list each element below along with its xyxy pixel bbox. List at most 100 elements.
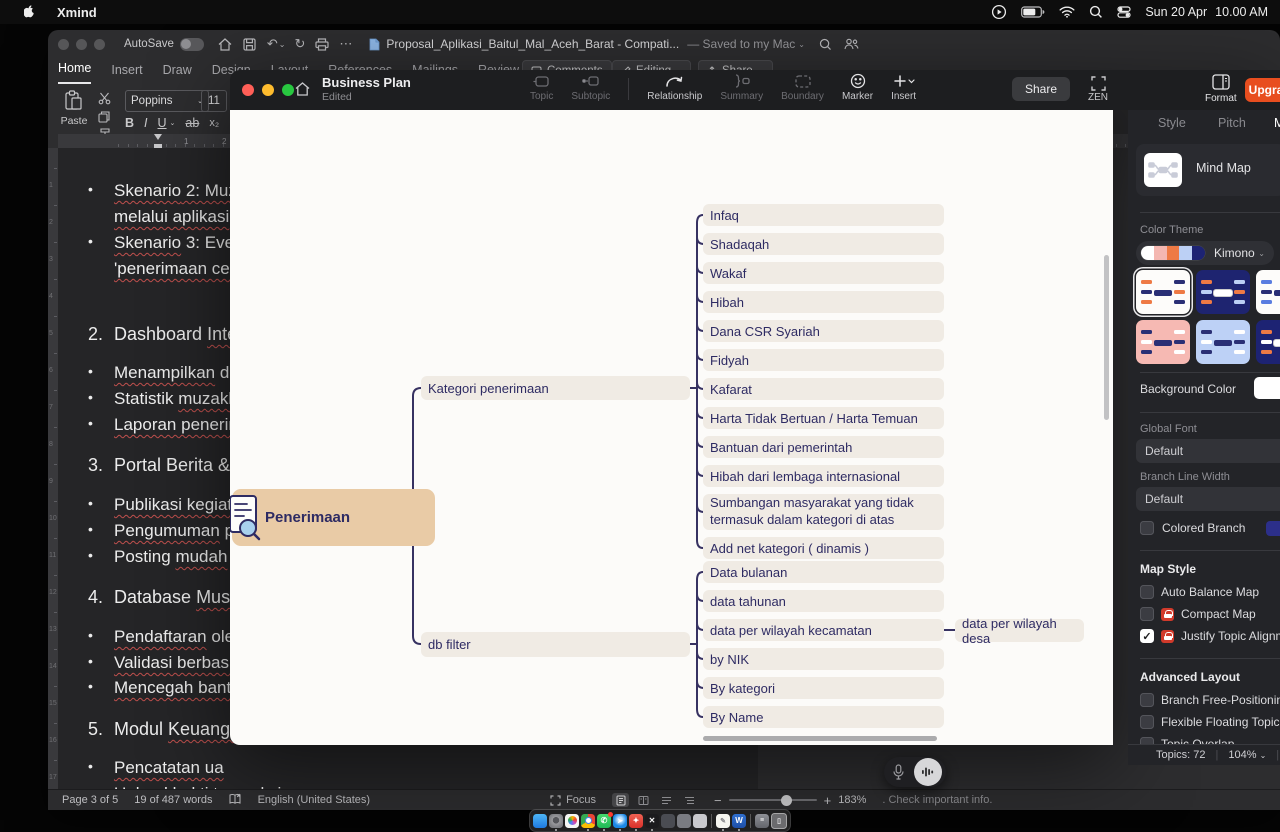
mindmap-topic[interactable]: Sumbangan masyarakat yang tidak termasuk… <box>703 494 944 530</box>
word-doc-title[interactable]: Proposal_Aplikasi_Baitul_Mal_Aceh_Barat … <box>386 37 679 51</box>
web-layout-view-icon[interactable] <box>658 793 675 807</box>
wifi-icon[interactable] <box>1059 6 1075 18</box>
xmind-share-button[interactable]: Share <box>1012 77 1070 101</box>
people-icon[interactable] <box>844 38 859 50</box>
branch-line-width-select[interactable]: Default <box>1136 487 1280 511</box>
battery-icon[interactable] <box>1021 6 1045 18</box>
mindmap-topic[interactable]: Dana CSR Syariah <box>703 320 944 342</box>
global-font-select[interactable]: Default <box>1136 439 1280 463</box>
cut-icon[interactable] <box>98 92 111 110</box>
zoom-in-icon[interactable]: + <box>824 793 832 808</box>
dock-photos-icon[interactable] <box>565 814 579 828</box>
ribbon-tab-home[interactable]: Home <box>58 61 91 84</box>
xmind-doc-title[interactable]: Business Plan <box>322 75 411 90</box>
dock-gray-app-icon[interactable] <box>677 814 691 828</box>
topic-tool[interactable]: Topic <box>530 72 553 102</box>
vertical-ruler[interactable]: 1234567891011121314151617 <box>48 148 58 790</box>
word-traffic-lights[interactable] <box>48 39 112 50</box>
subtopic-tool[interactable]: Subtopic <box>571 72 610 102</box>
dock-red-app-icon[interactable]: ✦ <box>629 814 643 828</box>
color-theme-select[interactable]: Kimono ⌄ <box>1136 241 1274 265</box>
dock-word-icon[interactable]: W <box>732 814 746 828</box>
theme-thumbnail[interactable] <box>1136 270 1190 314</box>
font-family-select[interactable]: Poppins⌄ <box>125 90 209 112</box>
mindmap-topic[interactable]: by NIK <box>703 648 944 670</box>
search-icon[interactable] <box>1089 5 1103 19</box>
menubar-app-name[interactable]: Xmind <box>47 5 107 20</box>
saved-status[interactable]: — Saved to my Mac <box>687 37 795 51</box>
more-icon[interactable]: ⋯ <box>339 36 353 52</box>
dock-dark-folder-icon[interactable] <box>661 814 675 828</box>
mindmap-topic[interactable]: db filter <box>421 632 690 657</box>
panel-tab-pitch[interactable]: Pitch <box>1218 116 1246 130</box>
mindmap-topic[interactable]: data per wilayah kecamatan <box>703 619 944 641</box>
minimize-button[interactable] <box>262 84 274 96</box>
paste-button[interactable]: Paste ⌄ <box>57 90 91 139</box>
theme-thumbnail[interactable] <box>1256 270 1280 314</box>
read-mode-view-icon[interactable] <box>635 793 652 807</box>
view-switcher[interactable] <box>612 793 698 807</box>
control-center-icon[interactable] <box>1117 6 1131 18</box>
zen-button[interactable]: ZEN <box>1088 74 1108 103</box>
format-underline-button[interactable]: U <box>158 116 167 130</box>
close-button[interactable] <box>242 84 254 96</box>
xmind-traffic-lights[interactable] <box>242 84 294 96</box>
upgrade-button[interactable]: Upgrade <box>1245 78 1280 102</box>
page-indicator[interactable]: Page 3 of 5 <box>62 794 118 806</box>
format-strikethrough-button[interactable]: ab <box>185 116 199 130</box>
dock-trash-icon[interactable]: ▯ <box>771 813 787 829</box>
dock-chrome-icon[interactable] <box>581 814 595 828</box>
zoom-out-icon[interactable]: − <box>714 793 722 808</box>
redo-icon[interactable]: ↻ <box>294 36 305 52</box>
underline-options-icon[interactable]: ⌄ <box>170 119 176 127</box>
undo-icon[interactable]: ↶⌄ <box>267 36 286 52</box>
dock-notes-icon[interactable]: ✎ <box>716 814 730 828</box>
dictation-overlay[interactable] <box>884 757 946 787</box>
play-circle-icon[interactable] <box>991 4 1007 20</box>
background-color-swatch[interactable] <box>1254 377 1280 399</box>
mindmap-topic[interactable]: data per wilayah desa <box>955 619 1084 642</box>
word-count[interactable]: 19 of 487 words <box>134 794 212 806</box>
copy-icon[interactable] <box>98 110 110 128</box>
colored-branch-checkbox[interactable]: Colored Branch <box>1140 520 1280 536</box>
mindmap-topic[interactable]: Fidyah <box>703 349 944 371</box>
focus-toggle[interactable]: Focus <box>550 794 596 806</box>
panel-tab-style[interactable]: Style <box>1158 116 1186 130</box>
theme-thumbnail[interactable] <box>1256 320 1280 364</box>
marker-tool[interactable]: Marker <box>842 72 873 102</box>
mindmap-topic[interactable]: By kategori <box>703 677 944 699</box>
microphone-icon[interactable] <box>893 764 904 785</box>
mindmap-topic[interactable]: Shadaqah <box>703 233 944 255</box>
mindmap-topic[interactable]: data tahunan <box>703 590 944 612</box>
indent-marker[interactable] <box>154 134 162 140</box>
zoom-control[interactable]: − + 183% <box>714 793 866 808</box>
canvas-zoom-level[interactable]: 104% ⌄ <box>1228 749 1266 761</box>
mindmap-topic[interactable]: Infaq <box>703 204 944 226</box>
dock-xmind-icon[interactable]: ✕ <box>645 814 659 828</box>
menubar-date[interactable]: Sun 20 Apr <box>1145 5 1207 19</box>
dock-settings-icon[interactable] <box>549 814 563 828</box>
mindmap-root-topic[interactable]: Penerimaan <box>232 489 435 546</box>
dictation-wave-button[interactable] <box>914 758 942 786</box>
proofing-icon[interactable] <box>229 793 242 808</box>
font-size-select[interactable]: 11 <box>201 90 227 112</box>
relationship-tool[interactable]: Relationship <box>647 72 702 102</box>
theme-thumbnail[interactable] <box>1196 270 1250 314</box>
ribbon-tab-draw[interactable]: Draw <box>163 63 192 84</box>
map-style-justify-topic-alignment-checkbox[interactable]: ✓Justify Topic Alignment <box>1140 628 1280 644</box>
summary-tool[interactable]: Summary <box>720 72 763 102</box>
mindmap-topic[interactable]: Kafarat <box>703 378 944 400</box>
format-italic-button[interactable]: I <box>144 116 147 130</box>
zoom-button[interactable] <box>282 84 294 96</box>
menubar-time[interactable]: 10.00 AM <box>1215 5 1268 19</box>
ribbon-tab-insert[interactable]: Insert <box>111 63 142 84</box>
theme-thumbnail[interactable] <box>1136 320 1190 364</box>
mindmap-topic[interactable]: Add net kategori ( dinamis ) <box>703 537 944 559</box>
format-bold-button[interactable]: B <box>125 116 134 130</box>
dock-downloads-icon[interactable]: ≡ <box>755 814 769 828</box>
advanced-flexible-floating-topic-checkbox[interactable]: Flexible Floating Topic <box>1140 714 1280 730</box>
canvas-h-scrollbar[interactable] <box>703 736 937 741</box>
panel-tab-map[interactable]: Map <box>1274 116 1280 130</box>
map-style-auto-balance-map-checkbox[interactable]: Auto Balance Map <box>1140 584 1259 600</box>
canvas-v-scrollbar[interactable] <box>1104 255 1109 420</box>
